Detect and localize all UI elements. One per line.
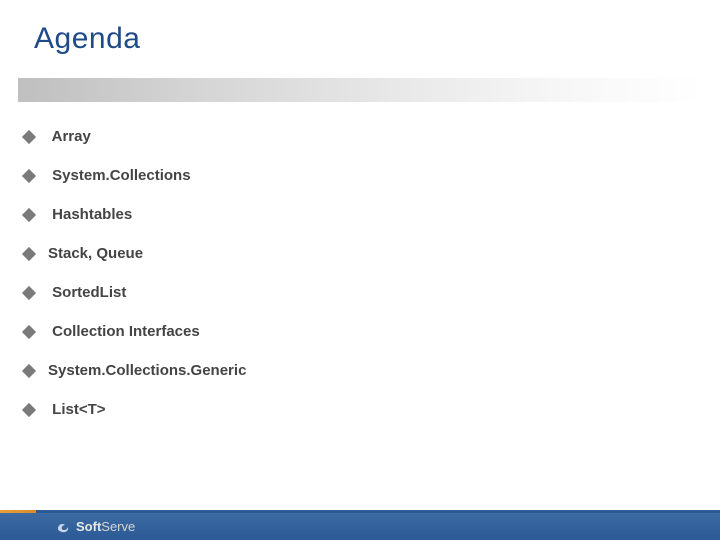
diamond-bullet-icon <box>22 168 36 182</box>
diamond-bullet-icon <box>22 207 36 221</box>
brand-text-a: Soft <box>76 519 101 534</box>
list-item-label: Stack, Queue <box>48 245 143 262</box>
slide-footer: SoftServe <box>0 510 720 540</box>
diamond-bullet-icon <box>22 363 36 377</box>
brand-text-b: Serve <box>101 519 135 534</box>
list-item: System.Collections <box>24 167 720 184</box>
list-item-label: Array <box>48 128 91 145</box>
diamond-bullet-icon <box>22 285 36 299</box>
slide-title: Agenda <box>0 0 720 56</box>
list-item-label: SortedList <box>48 284 126 301</box>
title-divider <box>18 78 702 102</box>
list-item: Array <box>24 128 720 145</box>
footer-bar: SoftServe <box>0 513 720 540</box>
brand-logo: SoftServe <box>56 519 135 534</box>
list-item-label: List<T> <box>48 401 106 418</box>
diamond-bullet-icon <box>22 402 36 416</box>
list-item: Stack, Queue <box>24 245 720 262</box>
diamond-bullet-icon <box>22 129 36 143</box>
list-item: Hashtables <box>24 206 720 223</box>
list-item: List<T> <box>24 401 720 418</box>
list-item: Collection Interfaces <box>24 323 720 340</box>
agenda-list: Array System.Collections Hashtables Stac… <box>24 128 720 418</box>
list-item: SortedList <box>24 284 720 301</box>
brand-swirl-icon <box>56 520 72 534</box>
diamond-bullet-icon <box>22 324 36 338</box>
list-item-label: System.Collections.Generic <box>48 362 246 379</box>
diamond-bullet-icon <box>22 246 36 260</box>
list-item: System.Collections.Generic <box>24 362 720 379</box>
list-item-label: Collection Interfaces <box>48 323 200 340</box>
list-item-label: Hashtables <box>48 206 132 223</box>
list-item-label: System.Collections <box>48 167 191 184</box>
